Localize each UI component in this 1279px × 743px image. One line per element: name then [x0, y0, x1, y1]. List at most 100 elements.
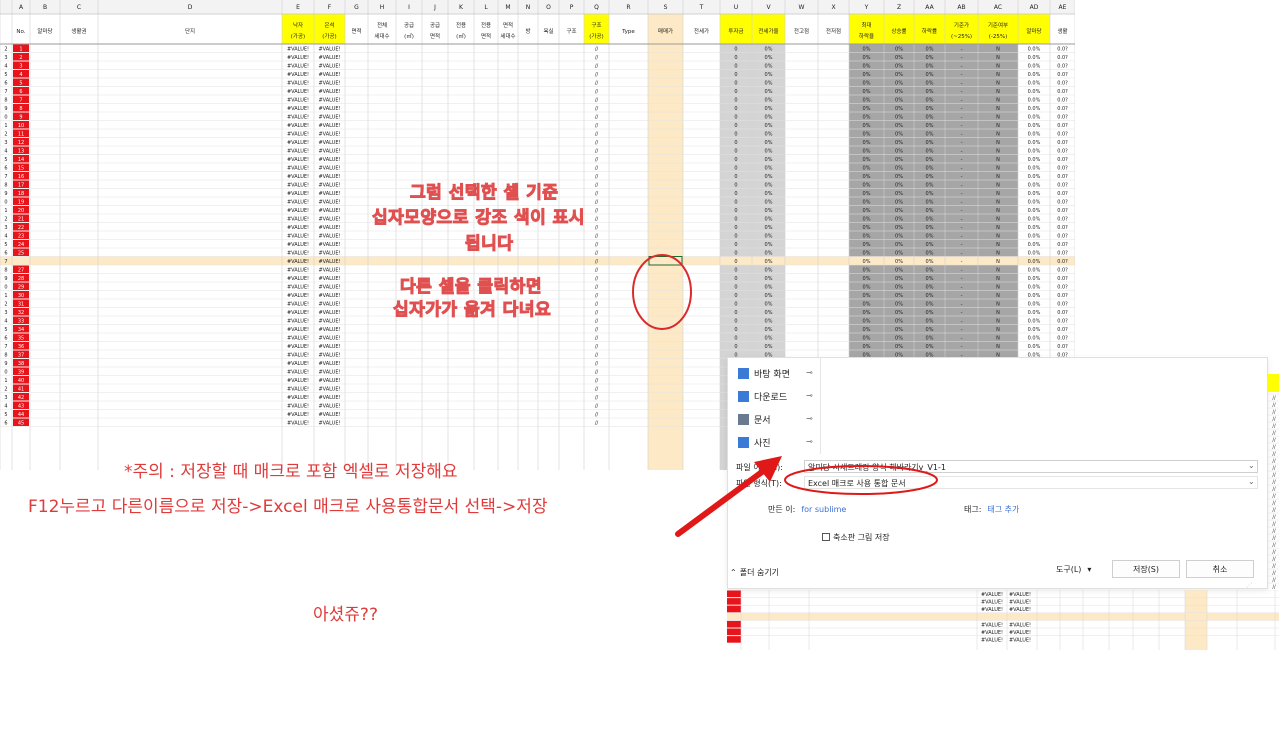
- cell-e-value: #VALUE!: [287, 183, 309, 189]
- cell-e-value: #VALUE!: [287, 242, 309, 248]
- cell-f-value: #VALUE!: [318, 421, 340, 427]
- pin-icon[interactable]: ⊸: [806, 391, 813, 400]
- row-header-label: 9: [4, 191, 7, 197]
- row-header-label: 5: [4, 72, 7, 78]
- hide-folders-button[interactable]: 폴더 숨기기: [740, 567, 779, 578]
- cell-ae-value: 0.0?: [1057, 115, 1068, 121]
- row-number-value: 40: [18, 378, 24, 384]
- strip-value-f: #VALUE!: [1009, 622, 1031, 628]
- desktop-icon: [738, 367, 749, 379]
- pin-icon[interactable]: ⊸: [806, 414, 813, 423]
- cell-v-value: 0%: [765, 55, 773, 61]
- cell-ad-value: 0.0%: [1028, 81, 1041, 87]
- cancel-button[interactable]: 취소: [1186, 560, 1254, 578]
- cell-ab-value: -: [961, 64, 963, 70]
- cell-z-value: 0%: [895, 123, 903, 129]
- cell-v-value: 0%: [765, 140, 773, 146]
- tools-dropdown-icon[interactable]: ▾: [1087, 565, 1091, 574]
- row-number-value: 8: [19, 106, 22, 112]
- cell-q-value: //: [595, 217, 599, 223]
- tools-button[interactable]: 도구(L): [1056, 564, 1081, 575]
- cell-e-value: #VALUE!: [287, 370, 309, 376]
- cell-v-value: 0%: [765, 268, 773, 274]
- cell-q-value: //: [595, 200, 599, 206]
- row-header-label: 8: [4, 183, 7, 189]
- cell-aa-value: 0%: [926, 115, 934, 121]
- column-letter: AB: [957, 4, 965, 11]
- cell-aa-value: 0%: [926, 208, 934, 214]
- cell-ae-value: 0.0?: [1057, 327, 1068, 333]
- nav-item-3[interactable]: 문서: [738, 410, 771, 428]
- cell-ac-value: N: [996, 234, 1000, 240]
- cell-ac-value: N: [996, 81, 1000, 87]
- cell-e-value: #VALUE!: [287, 157, 309, 163]
- column-header: 알마당: [1026, 27, 1041, 35]
- cell-e-value: #VALUE!: [287, 149, 309, 155]
- pin-icon[interactable]: ⊸: [806, 368, 813, 377]
- cell-u-value: 0: [734, 132, 737, 138]
- cell-y-value: 0%: [863, 115, 871, 121]
- cell-q-value: //: [595, 336, 599, 342]
- cell-ac-value: N: [996, 344, 1000, 350]
- cell-q-value: //: [595, 387, 599, 393]
- sliver-slash: //: [1272, 410, 1276, 416]
- cell-aa-value: 0%: [926, 344, 934, 350]
- row-number-value: 43: [18, 404, 24, 410]
- cell-e-value: #VALUE!: [287, 89, 309, 95]
- cell-ad-value: 0.0%: [1028, 115, 1041, 121]
- column-header: (가공): [291, 32, 305, 40]
- cell-ad-value: 0.0%: [1028, 140, 1041, 146]
- row-number-value: 23: [18, 234, 24, 240]
- cell-z-value: 0%: [895, 89, 903, 95]
- row-number-value: 36: [18, 344, 24, 350]
- strip-value-e: #VALUE!: [981, 600, 1003, 606]
- column-header: 알마당: [37, 27, 52, 35]
- cell-ad-value: 0.0%: [1028, 208, 1041, 214]
- pictures-icon: [738, 436, 749, 448]
- cell-z-value: 0%: [895, 293, 903, 299]
- cell-ae-value: 0.0?: [1057, 225, 1068, 231]
- cell-z-value: 0%: [895, 183, 903, 189]
- cell-aa-value: 0%: [926, 55, 934, 61]
- nav-item-2[interactable]: 다운로드: [738, 387, 787, 405]
- row-header-label: 5: [4, 157, 7, 163]
- cell-u-value: 0: [734, 55, 737, 61]
- row-header-label: 1: [4, 208, 7, 214]
- filetype-chevron-icon[interactable]: ⌄: [1248, 477, 1255, 486]
- pin-icon[interactable]: ⊸: [806, 437, 813, 446]
- cell-u-value: 0: [734, 106, 737, 112]
- cell-q-value: //: [595, 64, 599, 70]
- cell-e-value: #VALUE!: [287, 106, 309, 112]
- cell-v-value: 0%: [765, 336, 773, 342]
- row-header-label: 1: [4, 378, 7, 384]
- nav-item-1[interactable]: 바탕 화면: [738, 364, 790, 382]
- cell-e-value: #VALUE!: [287, 200, 309, 206]
- cell-z-value: 0%: [895, 310, 903, 316]
- thumbnail-checkbox[interactable]: [822, 533, 830, 541]
- filename-chevron-icon[interactable]: ⌄: [1248, 461, 1255, 470]
- cell-z-value: 0%: [895, 106, 903, 112]
- save-button[interactable]: 저장(S): [1112, 560, 1180, 578]
- cell-z-value: 0%: [895, 174, 903, 180]
- column-letter: B: [43, 4, 47, 11]
- author-value[interactable]: for sublime: [801, 505, 846, 514]
- cell-v-value: 0%: [765, 191, 773, 197]
- row-header-label: 9: [4, 276, 7, 282]
- cell-ab-value: -: [961, 225, 963, 231]
- cell-f-value: #VALUE!: [318, 106, 340, 112]
- tags-value[interactable]: 태그 추가: [987, 504, 1019, 515]
- column-letter: S: [664, 4, 668, 11]
- resize-grip-icon[interactable]: ⋰: [1246, 582, 1252, 589]
- cell-v-value: 0%: [765, 208, 773, 214]
- cell-ad-value: 0.0%: [1028, 276, 1041, 282]
- cell-q-value: //: [595, 72, 599, 78]
- cell-ac-value: N: [996, 183, 1000, 189]
- row-header-label: 2: [4, 47, 7, 53]
- cell-z-value: 0%: [895, 132, 903, 138]
- row-number-value: 7: [19, 98, 22, 104]
- cell-u-value: 0: [734, 225, 737, 231]
- column-header: 전용: [456, 21, 466, 29]
- chevron-up-icon[interactable]: ⌃: [730, 568, 737, 577]
- row-header-label: 3: [4, 310, 7, 316]
- row-header-label: 6: [4, 166, 7, 172]
